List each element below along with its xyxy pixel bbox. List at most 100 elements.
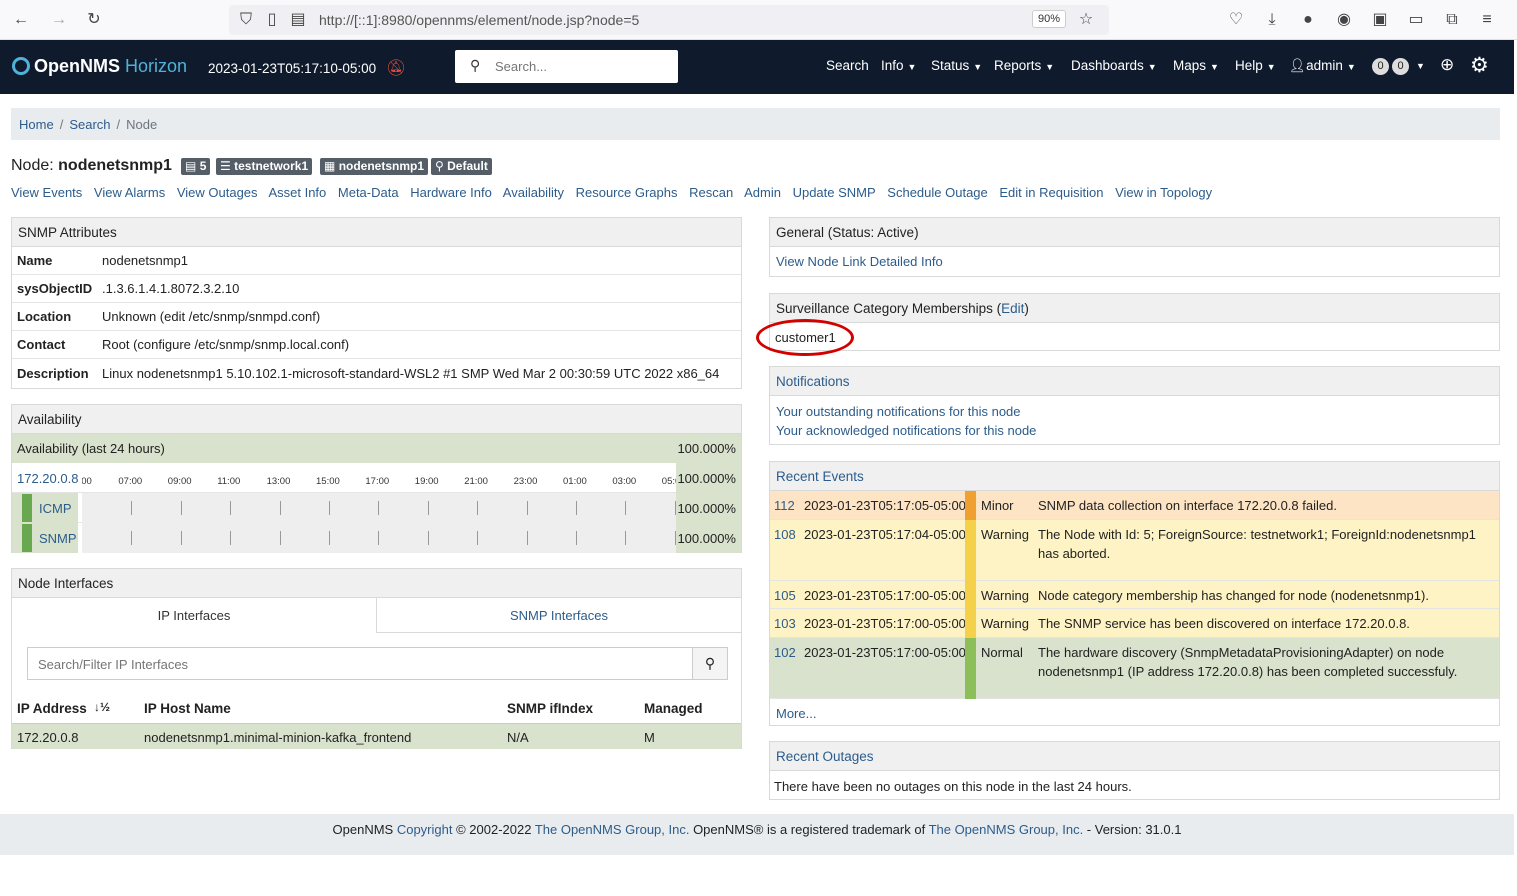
devtools-icon[interactable]: ▭ [1405, 9, 1427, 31]
event-row[interactable]: 108 2023-01-23T05:17:04-05:00 Warning The N… [770, 520, 1499, 581]
nav-search-box[interactable]: ⚲ [455, 50, 678, 83]
settings-gear-icon[interactable]: ⚙ [1470, 53, 1489, 78]
tab-snmp-interfaces[interactable]: SNMP Interfaces [377, 598, 741, 633]
downloads-icon[interactable]: ⤓ [1261, 9, 1283, 31]
add-icon[interactable]: ⊕ [1440, 55, 1454, 75]
node-link-info-link[interactable]: View Node Link Detailed Info [776, 254, 943, 269]
col-host-name[interactable]: IP Host Name [144, 701, 231, 716]
nav-maps[interactable]: Maps ▼ [1173, 58, 1219, 73]
nav-user[interactable]: 👤︎admin ▼ [1289, 58, 1356, 74]
copyright-link[interactable]: Copyright [397, 822, 453, 837]
timeline-marker [526, 531, 528, 545]
link-availability[interactable]: Availability [503, 185, 564, 200]
url-text[interactable]: http://[::1]:8980/opennms/element/node.j… [319, 12, 639, 28]
interface-filter-input[interactable] [38, 650, 678, 678]
timeline-marker [477, 501, 479, 515]
event-row[interactable]: 105 2023-01-23T05:17:00-05:00 Warning Node … [770, 581, 1499, 609]
opennms-group-link[interactable]: The OpenNMS Group, Inc. [535, 822, 690, 837]
location-badge: ⚲ Default [431, 158, 492, 175]
panel-title-recent-events[interactable]: Recent Events [770, 462, 1499, 491]
availability-service-row: SNMP 100.000% [12, 523, 741, 553]
nav-dashboards[interactable]: Dashboards ▼ [1071, 58, 1157, 73]
panel-title: Node Interfaces [12, 569, 741, 598]
link-view-outages[interactable]: View Outages [177, 185, 258, 200]
link-hardware-info[interactable]: Hardware Info [410, 185, 492, 200]
link-meta-data[interactable]: Meta-Data [338, 185, 399, 200]
tab-ip-interfaces[interactable]: IP Interfaces [12, 598, 377, 633]
extension2-icon[interactable]: ◉ [1333, 9, 1355, 31]
notifications-off-icon[interactable]: 🔕︎ [386, 58, 406, 78]
event-id-link[interactable]: 112 [774, 498, 795, 513]
nav-info[interactable]: Info ▼ [881, 58, 916, 73]
timeline-marker [279, 531, 281, 545]
link-view-events[interactable]: View Events [11, 185, 82, 200]
nav-help[interactable]: Help ▼ [1235, 58, 1276, 73]
link-view-topology[interactable]: View in Topology [1115, 185, 1212, 200]
extension-icon[interactable]: ● [1297, 9, 1319, 31]
badge-count-1: 0 [1372, 58, 1389, 75]
link-rescan[interactable]: Rescan [689, 185, 733, 200]
event-id-link[interactable]: 102 [774, 645, 796, 660]
timeline-tick-label: 03:00 [612, 476, 637, 487]
availability-interface-row: 172.20.0.8 09:00 07:00 09:00 11:00 13:00 15:0… [12, 463, 741, 493]
interface-link[interactable]: 172.20.0.8 [17, 471, 78, 486]
severity-indicator [965, 581, 976, 609]
event-message: The hardware discovery (SnmpMetadataProv… [1038, 645, 1458, 679]
menu-icon[interactable]: ≡ [1476, 9, 1498, 31]
event-id-link[interactable]: 105 [774, 588, 796, 603]
extensions-icon[interactable]: ⧉ [1441, 9, 1463, 31]
acknowledged-notifications-link[interactable]: Your acknowledged notifications for this… [776, 423, 1036, 438]
nav-notification-badges[interactable]: 0 0 ▼ [1372, 57, 1425, 75]
more-events-link[interactable]: More... [776, 706, 816, 721]
breadcrumb-home[interactable]: Home [19, 117, 54, 132]
search-icon: ⚲ [470, 57, 481, 73]
event-message: The SNMP service has been discovered on … [1038, 616, 1410, 631]
opennms-group-link-2[interactable]: The OpenNMS Group, Inc. [929, 822, 1084, 837]
nav-search[interactable]: Search [826, 58, 869, 73]
page-icon[interactable]: ▯ [261, 9, 283, 31]
event-row[interactable]: 102 2023-01-23T05:17:00-05:00 Normal The ha… [770, 638, 1499, 699]
table-row[interactable]: 172.20.0.8 nodenetsnmp1.minimal-minion-k… [12, 723, 741, 749]
breadcrumb-search[interactable]: Search [69, 117, 110, 132]
link-schedule-outage[interactable]: Schedule Outage [887, 185, 987, 200]
event-severity: Warning [981, 527, 1029, 542]
link-view-alarms[interactable]: View Alarms [94, 185, 165, 200]
brand-logo[interactable]: OpenNMS Horizon [12, 56, 187, 77]
back-icon[interactable]: ← [10, 9, 32, 31]
event-row[interactable]: 103 2023-01-23T05:17:00-05:00 Warning The S… [770, 609, 1499, 638]
event-id-link[interactable]: 108 [774, 527, 796, 542]
event-time: 2023-01-23T05:17:05-05:00 [804, 498, 966, 513]
url-bar[interactable]: ⛉ ▯ ▤ http://[::1]:8980/opennms/element/… [229, 5, 1109, 35]
service-link-icmp[interactable]: ICMP [39, 501, 72, 516]
bookmark-star-icon[interactable]: ☆ [1075, 9, 1097, 31]
zoom-level[interactable]: 90% [1032, 10, 1067, 28]
selenium-icon[interactable]: ▣ [1369, 9, 1391, 31]
link-update-snmp[interactable]: Update SNMP [793, 185, 876, 200]
panel-title-recent-outages[interactable]: Recent Outages [770, 742, 1499, 771]
nav-reports[interactable]: Reports ▼ [994, 58, 1054, 73]
timeline-marker [279, 501, 281, 515]
shield-icon[interactable]: ⛉ [235, 9, 257, 31]
filter-search-button[interactable]: ⚲ [692, 647, 728, 680]
forward-icon[interactable]: → [48, 9, 70, 31]
outstanding-notifications-link[interactable]: Your outstanding notifications for this … [776, 404, 1021, 419]
link-edit-requisition[interactable]: Edit in Requisition [999, 185, 1103, 200]
permissions-icon[interactable]: ▤ [287, 9, 309, 31]
col-snmp-ifindex[interactable]: SNMP ifIndex [507, 701, 593, 716]
link-asset-info[interactable]: Asset Info [268, 185, 326, 200]
event-severity: Normal [981, 645, 1023, 660]
event-row[interactable]: 112 2023-01-23T05:17:05-05:00 Minor SNMP da… [770, 491, 1499, 520]
link-admin[interactable]: Admin [744, 185, 781, 200]
col-managed[interactable]: Managed [644, 701, 703, 716]
sort-icon[interactable]: ↓½ [94, 700, 110, 714]
col-ip-address[interactable]: IP Address [17, 701, 87, 716]
edit-categories-link[interactable]: Edit [1001, 301, 1024, 316]
service-link-snmp[interactable]: SNMP [39, 531, 77, 546]
event-id-link[interactable]: 103 [774, 616, 796, 631]
nav-status[interactable]: Status ▼ [931, 58, 982, 73]
link-resource-graphs[interactable]: Resource Graphs [576, 185, 678, 200]
reload-icon[interactable]: ↻ [83, 9, 105, 31]
nav-search-input[interactable] [495, 56, 665, 76]
panel-title-notifications[interactable]: Notifications [770, 367, 1499, 396]
pocket-icon[interactable]: ♡ [1225, 9, 1247, 31]
